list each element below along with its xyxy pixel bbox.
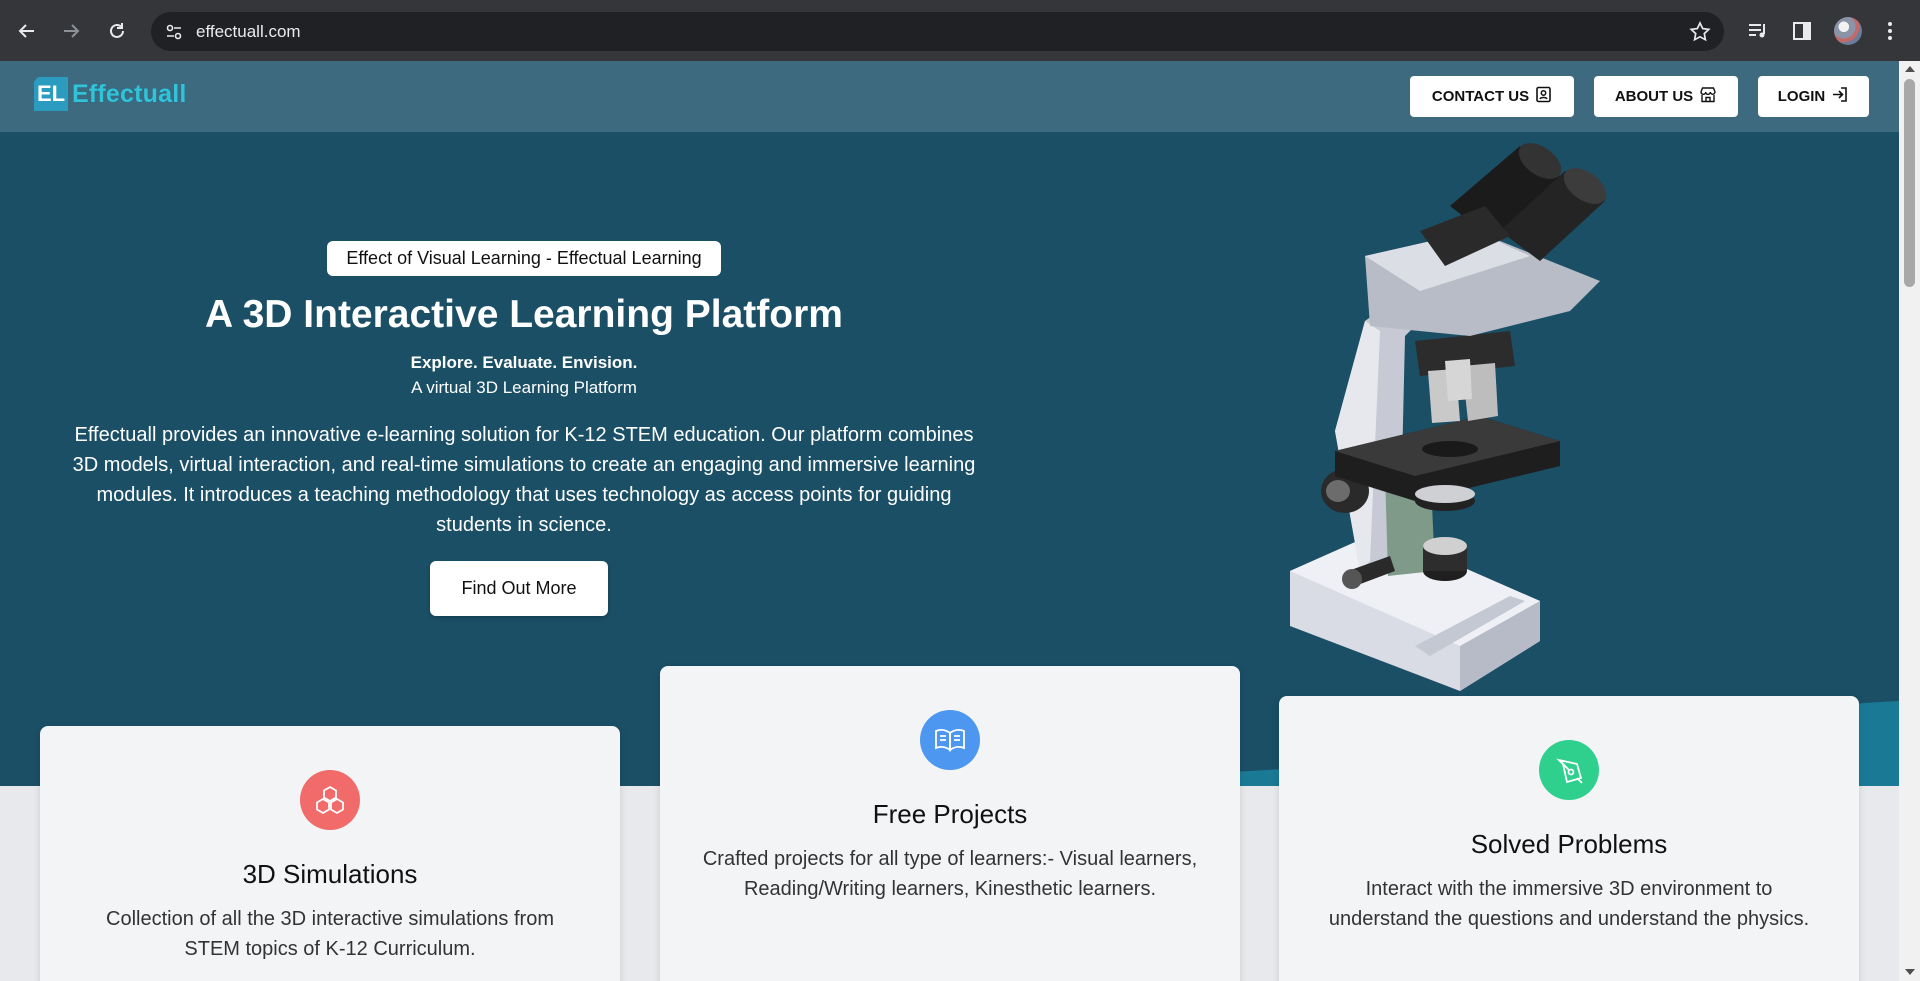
contact-us-button[interactable]: CONTACT US [1410, 76, 1574, 117]
contact-card-icon [1535, 86, 1552, 107]
profile-avatar[interactable] [1834, 17, 1862, 45]
hero-tagline: Explore. Evaluate. Envision. [410, 353, 638, 372]
feature-title: Free Projects [872, 799, 1028, 829]
feature-description: Collection of all the 3D interactive sim… [106, 908, 554, 960]
feature-description: Interact with the immersive 3D environme… [1328, 878, 1810, 930]
address-bar[interactable]: effectuall.com [151, 12, 1724, 51]
page-scrollbar[interactable] [1899, 61, 1920, 981]
feature-card-3d-simulations[interactable]: 3D Simulations Collection of all the 3D … [40, 726, 620, 981]
login-button[interactable]: LOGIN [1758, 76, 1869, 117]
microscope-image [1290, 143, 1607, 691]
site-header: EL Effectuall CONTACT US ABOUT US LOGIN [0, 61, 1899, 132]
login-icon [1831, 86, 1849, 107]
browser-toolbar: effectuall.com [0, 0, 1920, 61]
site-logo[interactable]: EL Effectuall [34, 77, 187, 111]
feature-title: 3D Simulations [242, 859, 418, 889]
hero-title: A 3D Interactive Learning Platform [205, 293, 843, 336]
logo-mark: EL [34, 77, 68, 111]
about-us-label: ABOUT US [1614, 88, 1694, 105]
hero-subtitle: A virtual 3D Learning Platform [411, 378, 637, 397]
pen-nib-icon [1539, 740, 1599, 800]
url-text[interactable]: effectuall.com [196, 22, 301, 42]
cubes-icon [300, 770, 360, 830]
hero-description: Effectuall provides an innovative e-lear… [72, 424, 976, 536]
feature-description: Crafted projects for all type of learner… [702, 848, 1198, 900]
reload-icon[interactable] [102, 16, 132, 46]
open-book-icon [920, 710, 980, 770]
store-icon [1699, 86, 1717, 107]
back-icon[interactable] [12, 16, 42, 46]
logo-text: Effectuall [72, 79, 187, 108]
about-us-button[interactable]: ABOUT US [1594, 76, 1738, 117]
scroll-up-arrow-icon[interactable] [1905, 66, 1915, 72]
feature-title: Solved Problems [1470, 829, 1668, 859]
login-label: LOGIN [1777, 88, 1826, 105]
bookmark-star-icon[interactable] [1688, 20, 1712, 44]
feature-card-solved-problems[interactable]: Solved Problems Interact with the immers… [1279, 696, 1859, 981]
feature-card-free-projects[interactable]: Free Projects Crafted projects for all t… [660, 666, 1240, 981]
media-controls-icon[interactable] [1745, 18, 1771, 44]
scroll-down-arrow-icon[interactable] [1905, 969, 1915, 975]
hero-badge: Effect of Visual Learning - Effectual Le… [327, 241, 721, 276]
forward-icon[interactable] [56, 16, 86, 46]
more-menu-icon[interactable] [1877, 18, 1903, 44]
find-out-more-button[interactable]: Find Out More [430, 561, 608, 616]
page-viewport: EL Effectuall CONTACT US ABOUT US LOGIN … [0, 61, 1899, 981]
side-panel-icon[interactable] [1789, 18, 1815, 44]
site-info-icon[interactable] [164, 22, 184, 42]
contact-us-label: CONTACT US [1431, 88, 1530, 105]
scrollbar-thumb[interactable] [1904, 79, 1915, 287]
